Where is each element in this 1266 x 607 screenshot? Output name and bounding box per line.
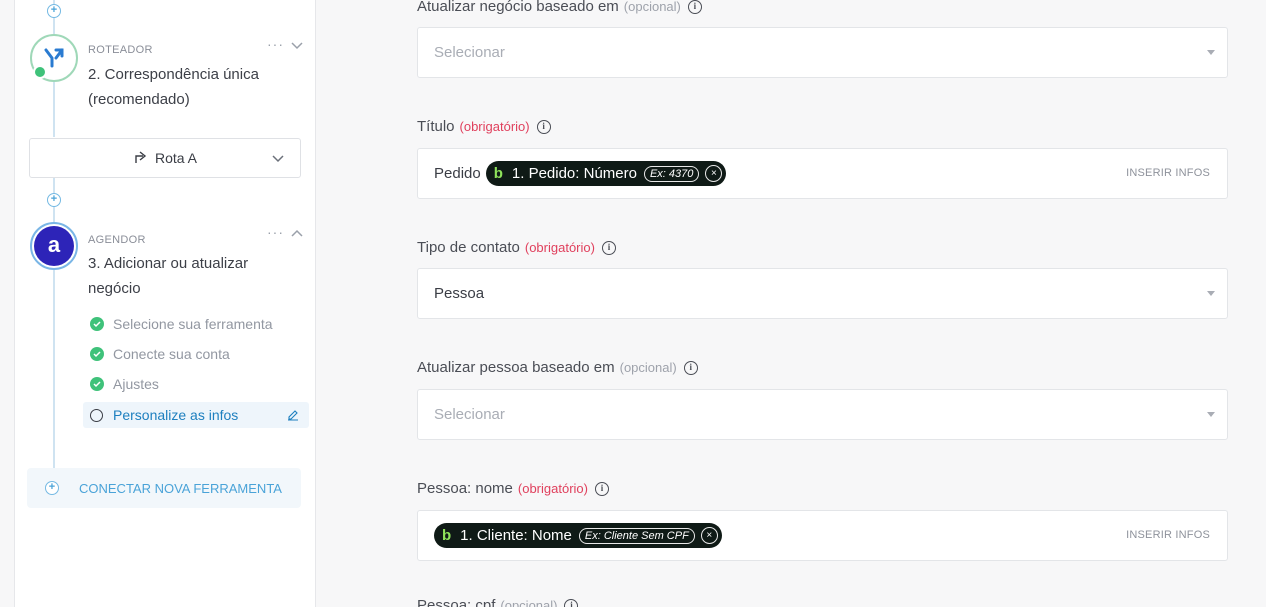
label-text: Pessoa: cpf [417, 597, 496, 607]
check-icon [90, 347, 104, 361]
label-text: Tipo de contato [417, 239, 520, 256]
info-icon[interactable]: i [687, 0, 702, 14]
info-icon[interactable]: i [536, 119, 551, 134]
optional-tag: (opcional) [623, 0, 681, 14]
caret-down-icon [1207, 412, 1215, 417]
router-step-icon[interactable] [30, 34, 78, 82]
add-step-icon[interactable]: + [47, 193, 61, 207]
label-text: Pessoa: nome [417, 480, 513, 497]
field-label: Tipo de contato (obrigatório) i [417, 239, 616, 256]
substep-label: Personalize as infos [113, 407, 239, 423]
chip-example: Ex: 4370 [643, 165, 700, 182]
substep-settings[interactable]: Ajustes [83, 371, 159, 397]
field-label: Pessoa: cpf (opcional) i [417, 597, 579, 607]
info-icon[interactable]: i [683, 360, 698, 375]
field-mapping-panel: Atualizar negócio baseado em (opcional) … [316, 0, 1266, 607]
pending-circle-icon [90, 408, 103, 422]
substep-label: Selecione sua ferramenta [113, 316, 273, 332]
variable-chip[interactable]: b 1. Cliente: Nome Ex: Cliente Sem CPF × [434, 523, 722, 548]
more-options-icon[interactable]: ··· [267, 36, 284, 52]
person-name-input[interactable]: b 1. Cliente: Nome Ex: Cliente Sem CPF ×… [417, 510, 1228, 561]
plus-icon: + [45, 481, 59, 495]
substep-select-tool[interactable]: Selecione sua ferramenta [83, 311, 273, 337]
substep-connect-account[interactable]: Conecte sua conta [83, 341, 230, 367]
agendor-logo: a [34, 226, 74, 266]
route-selector[interactable]: Rota A [29, 138, 301, 178]
step-app-name: AGENDOR [88, 234, 146, 246]
label-text: Título [417, 118, 455, 135]
pencil-icon[interactable] [287, 408, 299, 424]
more-options-icon[interactable]: ··· [267, 224, 284, 240]
info-icon[interactable]: i [564, 598, 579, 607]
step-title[interactable]: 3. Adicionar ou atualizar negócio [88, 251, 288, 301]
bling-logo-icon: b [493, 165, 503, 182]
route-icon [133, 150, 147, 167]
field-label: Título (obrigatório) i [417, 118, 551, 135]
bling-logo-icon: b [442, 527, 452, 544]
chip-example: Ex: Cliente Sem CPF [578, 527, 695, 544]
optional-tag: (opcional) [619, 360, 677, 375]
required-tag: (obrigatório) [517, 481, 588, 496]
chevron-down-icon [272, 151, 284, 167]
connect-label: CONECTAR NOVA FERRAMENTA [79, 480, 282, 496]
step-title[interactable]: 2. Correspondência única (recomendado) [88, 62, 288, 112]
field-label: Atualizar negócio baseado em (opcional) … [417, 0, 702, 15]
chevron-down-icon[interactable] [291, 38, 303, 56]
update-person-select[interactable]: Selecionar [417, 389, 1228, 440]
field-label: Pessoa: nome (obrigatório) i [417, 480, 609, 497]
chip-label: 1. Pedido: Número [511, 165, 637, 182]
check-icon [90, 377, 104, 391]
select-placeholder: Selecionar [434, 406, 505, 423]
field-label: Atualizar pessoa baseado em (opcional) i [417, 359, 698, 376]
label-text: Atualizar negócio baseado em [417, 0, 619, 15]
substep-customize-info[interactable]: Personalize as infos [83, 402, 309, 428]
chevron-up-icon[interactable] [291, 226, 303, 244]
connect-new-tool-button[interactable]: + CONECTAR NOVA FERRAMENTA [27, 468, 301, 508]
insert-info-button[interactable]: INSERIR INFOS [1126, 167, 1210, 179]
route-label: Rota A [154, 150, 198, 166]
check-icon [90, 317, 104, 331]
caret-down-icon [1207, 291, 1215, 296]
title-input[interactable]: Pedido b 1. Pedido: Número Ex: 4370 × IN… [417, 148, 1228, 199]
substep-label: Conecte sua conta [113, 346, 230, 362]
chip-label: 1. Cliente: Nome [460, 527, 572, 544]
substep-label: Ajustes [113, 376, 159, 392]
agendor-step-icon[interactable]: a [30, 222, 78, 270]
label-text: Atualizar pessoa baseado em [417, 359, 615, 376]
remove-chip-icon[interactable]: × [705, 165, 723, 182]
variable-chip[interactable]: b 1. Pedido: Número Ex: 4370 × [485, 161, 727, 186]
add-step-icon[interactable]: + [47, 4, 61, 18]
select-placeholder: Selecionar [434, 44, 505, 61]
remove-chip-icon[interactable]: × [700, 527, 718, 544]
required-tag: (obrigatório) [524, 240, 595, 255]
caret-down-icon [1207, 50, 1215, 55]
optional-tag: (opcional) [500, 598, 558, 607]
info-icon[interactable]: i [601, 240, 616, 255]
flow-sidebar: + ROTEADOR ··· 2. Correspondência única … [14, 0, 316, 607]
select-value: Pessoa [434, 285, 485, 302]
contact-type-select[interactable]: Pessoa [417, 268, 1228, 319]
update-deal-select[interactable]: Selecionar [417, 27, 1228, 78]
insert-info-button[interactable]: INSERIR INFOS [1126, 529, 1210, 541]
step-app-name: ROTEADOR [88, 44, 153, 56]
info-icon[interactable]: i [594, 481, 609, 496]
required-tag: (obrigatório) [459, 119, 530, 134]
title-prefix-text: Pedido [434, 165, 481, 182]
success-check-icon [33, 65, 47, 79]
